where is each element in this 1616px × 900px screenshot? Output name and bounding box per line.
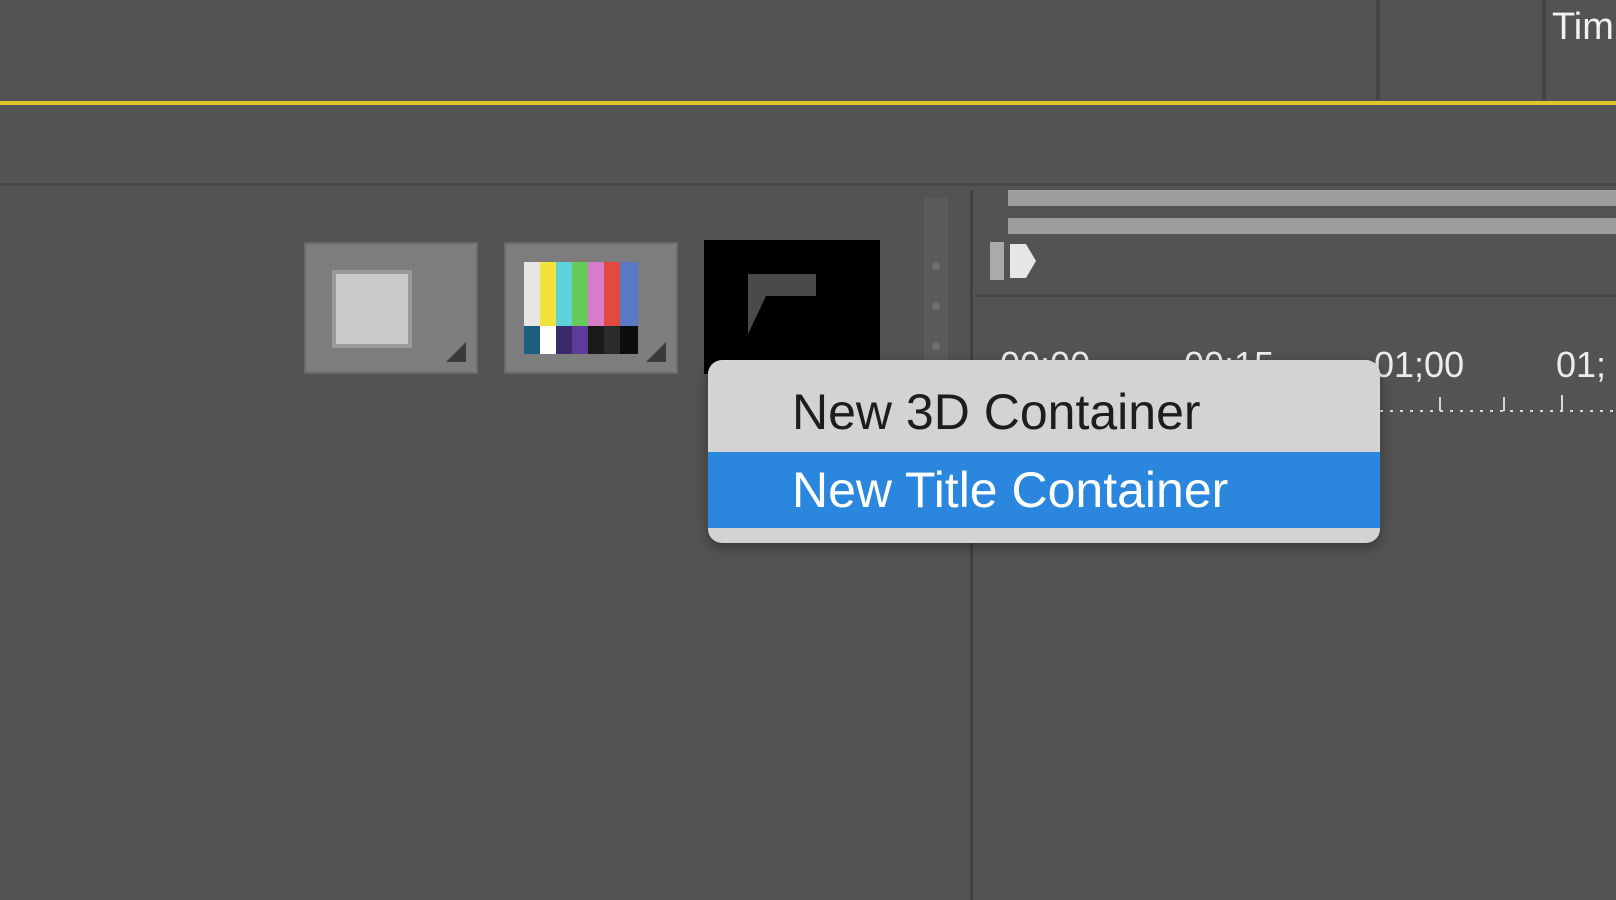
handle-dot-icon	[932, 342, 940, 350]
menu-item-new-3d-container[interactable]: New 3D Container	[708, 374, 1380, 450]
handle-dot-icon	[932, 302, 940, 310]
color-bars-thumbnail[interactable]	[504, 242, 678, 374]
panel-divider	[1542, 0, 1546, 100]
panel-header-area	[0, 105, 1616, 185]
title-frame-icon	[748, 274, 816, 334]
timeline-separator	[975, 294, 1616, 297]
time-tick-label: 01;	[1556, 344, 1607, 385]
context-menu: New 3D Container New Title Container	[708, 360, 1380, 543]
panel-separator	[0, 183, 1616, 186]
timeline-track-bar	[1008, 218, 1616, 234]
menu-item-new-title-container[interactable]: New Title Container	[708, 452, 1380, 528]
dropdown-corner-icon	[646, 342, 666, 362]
playhead-icon[interactable]	[990, 242, 1038, 280]
time-tick-label: 01;00	[1374, 344, 1465, 385]
title-thumbnail[interactable]	[704, 240, 880, 374]
panel-divider	[1376, 0, 1380, 100]
handle-dot-icon	[932, 262, 940, 270]
timeline-tab-title[interactable]: Tim	[1552, 6, 1614, 49]
dropdown-corner-icon	[446, 342, 466, 362]
solid-color-thumbnail[interactable]	[304, 242, 478, 374]
panel-resize-handle[interactable]	[924, 198, 948, 368]
timeline-track-bar	[1008, 190, 1616, 206]
top-panel-bar	[0, 0, 1616, 100]
timeline-ruler	[1380, 395, 1616, 412]
panel-divider	[970, 190, 973, 900]
square-icon	[332, 270, 412, 348]
color-bars-icon	[524, 262, 638, 354]
